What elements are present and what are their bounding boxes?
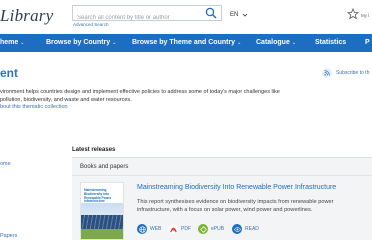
format-read-button[interactable]: READ xyxy=(232,224,259,234)
search-button[interactable] xyxy=(203,6,219,20)
nav-item-label: Statistics xyxy=(315,39,347,46)
nav-item-partial[interactable]: P xyxy=(365,34,370,52)
format-label: PDF xyxy=(181,226,191,232)
format-label: READ xyxy=(245,226,259,232)
nav-item-label: Catalogue xyxy=(256,39,290,46)
site-logo[interactable]: Library xyxy=(0,6,53,26)
main-nav: heme ⌄ Browse by Country ⌄ Browse by Theme… xyxy=(0,34,372,52)
chevron-down-icon: ⌄ xyxy=(20,40,25,46)
chevron-down-icon: ⌄ xyxy=(237,40,242,46)
nav-item-catalogue[interactable]: Catalogue ⌄ xyxy=(256,34,296,52)
nav-item-label: P xyxy=(365,39,370,46)
format-label: ePUB xyxy=(211,226,225,232)
sidebar-item-papers[interactable]: Papers xyxy=(0,233,17,239)
cover-title: Mainstreaming Biodiversity into Renewabl… xyxy=(84,188,112,204)
chevron-down-icon: ⌄ xyxy=(112,40,117,46)
web-icon xyxy=(137,224,147,234)
site-header: Library Advanced Search EN My l xyxy=(0,0,372,34)
language-selector[interactable]: EN xyxy=(230,12,238,18)
format-pdf-button[interactable]: PDF xyxy=(168,224,191,234)
nav-item-statistics[interactable]: Statistics xyxy=(315,34,346,52)
publication-cover[interactable]: Mainstreaming Biodiversity into Renewabl… xyxy=(80,182,124,240)
sidebar-item-home[interactable]: ome xyxy=(0,161,11,167)
search-box xyxy=(72,5,222,25)
pdf-icon xyxy=(168,224,178,234)
format-epub-button[interactable]: ePUB xyxy=(198,224,224,234)
nav-item-browse-by-country[interactable]: Browse by Country ⌄ xyxy=(46,34,116,52)
format-label: WEB xyxy=(150,226,162,232)
star-icon[interactable] xyxy=(347,8,359,20)
cover-grass xyxy=(81,229,123,239)
publication-description: This report synthesises evidence on biod… xyxy=(137,199,334,213)
epub-icon xyxy=(198,224,208,234)
page-description: vironment helps countries design and imp… xyxy=(0,89,280,103)
card-divider xyxy=(72,175,372,176)
release-card: Books and papers Mainstreaming Biodivers… xyxy=(72,158,372,240)
rss-icon xyxy=(322,68,332,78)
nav-item-browse-by-theme-and-country[interactable]: Browse by Theme and Country ⌄ xyxy=(132,34,241,52)
nav-item-label: Browse by Country xyxy=(46,39,111,46)
nav-item-label: Browse by Theme and Country xyxy=(132,39,236,46)
category-label: Books and papers xyxy=(80,164,129,170)
subscribe-link[interactable]: Subscribe to th xyxy=(322,68,369,78)
chevron-down-icon: ⌄ xyxy=(291,40,297,46)
format-web-button[interactable]: WEB xyxy=(137,224,161,234)
my-library-link[interactable]: My l xyxy=(361,13,369,18)
latest-releases-heading: Latest releases xyxy=(72,147,116,153)
publication-title[interactable]: Mainstreaming Biodiversity Into Renewabl… xyxy=(137,183,367,192)
nav-item-theme[interactable]: heme ⌄ xyxy=(0,34,25,52)
search-icon xyxy=(205,7,217,19)
cover-solar-panels xyxy=(81,215,123,229)
advanced-search-link[interactable]: Advanced Search xyxy=(73,22,109,27)
subscribe-label: Subscribe to th xyxy=(336,70,370,76)
page-title: ent xyxy=(0,66,18,80)
nav-item-label: heme xyxy=(0,39,19,46)
about-collection-link[interactable]: bout this thematic collection xyxy=(0,104,68,110)
read-icon xyxy=(232,224,242,234)
chevron-down-icon[interactable] xyxy=(242,12,248,18)
